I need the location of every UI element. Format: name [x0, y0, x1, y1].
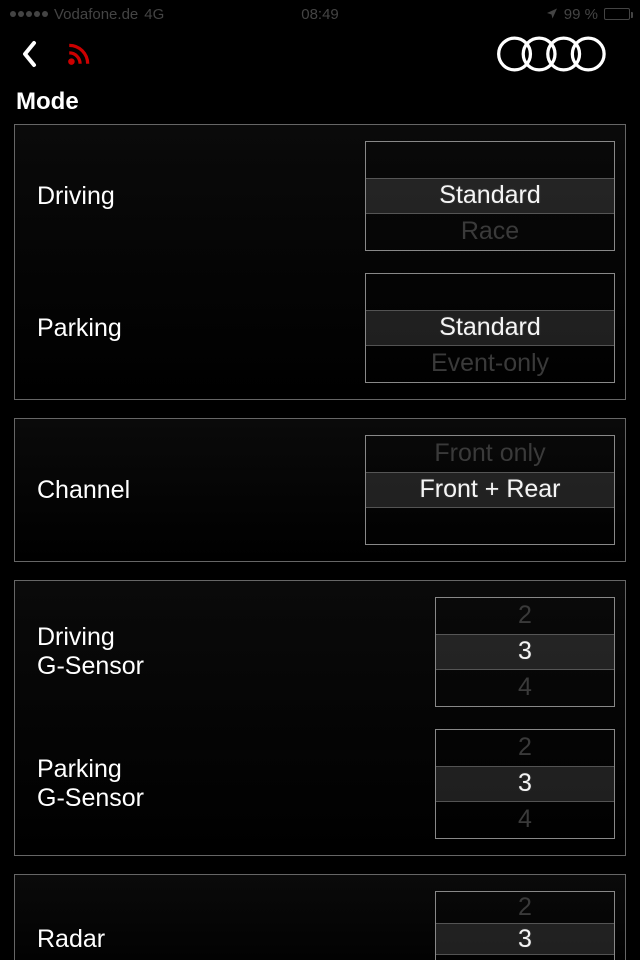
row-radar: Radar 2 3: [25, 883, 615, 960]
nav-bar: [0, 28, 640, 84]
picker-radar[interactable]: 2 3: [435, 891, 615, 960]
picker-prev: [366, 274, 614, 310]
picker-prev: 2: [436, 892, 614, 923]
picker-selected: Standard: [366, 178, 614, 214]
picker-driving-gsensor[interactable]: 2 3 4: [435, 597, 615, 707]
picker-driving[interactable]: Standard Race: [365, 141, 615, 251]
battery-icon: [604, 8, 630, 20]
label-driving: Driving: [25, 182, 365, 211]
picker-next: Race: [366, 214, 614, 250]
status-left: Vodafone.de 4G: [10, 6, 164, 23]
label-parking: Parking: [25, 314, 365, 343]
label-parking-gsensor: Parking G-Sensor: [25, 755, 435, 813]
radar-group: Radar 2 3: [14, 874, 626, 960]
channel-group: Channel Front only Front + Rear: [14, 418, 626, 562]
carrier-label: Vodafone.de: [54, 6, 138, 23]
page-title: Mode: [0, 84, 640, 124]
status-bar: Vodafone.de 4G 08:49 99 %: [0, 0, 640, 28]
picker-selected: 3: [436, 923, 614, 955]
picker-next: [436, 955, 614, 960]
mode-group: Driving Standard Race Parking Standard E…: [14, 124, 626, 400]
status-time: 08:49: [301, 6, 339, 23]
picker-selected: 3: [436, 634, 614, 670]
status-right: 99 %: [546, 6, 630, 23]
picker-next: Event-only: [366, 346, 614, 382]
picker-prev: Front only: [366, 436, 614, 472]
gsensor-group: Driving G-Sensor 2 3 4 Parking G-Sensor …: [14, 580, 626, 856]
label-driving-gsensor: Driving G-Sensor: [25, 623, 435, 681]
picker-prev: 2: [436, 730, 614, 766]
label-radar: Radar: [25, 925, 435, 954]
picker-prev: [366, 142, 614, 178]
picker-selected: 3: [436, 766, 614, 802]
row-driving: Driving Standard Race: [25, 133, 615, 259]
picker-selected: Standard: [366, 310, 614, 346]
row-driving-gsensor: Driving G-Sensor 2 3 4: [25, 589, 615, 715]
signal-dots-icon: [10, 11, 48, 17]
location-icon: [546, 6, 558, 23]
picker-channel[interactable]: Front only Front + Rear: [365, 435, 615, 545]
row-parking: Parking Standard Event-only: [25, 265, 615, 391]
picker-prev: 2: [436, 598, 614, 634]
picker-next: 4: [436, 802, 614, 838]
picker-next: 4: [436, 670, 614, 706]
label-channel: Channel: [25, 476, 365, 505]
battery-pct: 99 %: [564, 6, 598, 23]
signal-connection-icon[interactable]: [66, 41, 92, 72]
audi-logo-icon: [490, 31, 620, 82]
picker-parking-gsensor[interactable]: 2 3 4: [435, 729, 615, 839]
network-label: 4G: [144, 6, 164, 23]
picker-selected: Front + Rear: [366, 472, 614, 508]
row-parking-gsensor: Parking G-Sensor 2 3 4: [25, 721, 615, 847]
picker-parking[interactable]: Standard Event-only: [365, 273, 615, 383]
row-channel: Channel Front only Front + Rear: [25, 427, 615, 553]
back-button[interactable]: [20, 40, 40, 73]
picker-next: [366, 508, 614, 544]
